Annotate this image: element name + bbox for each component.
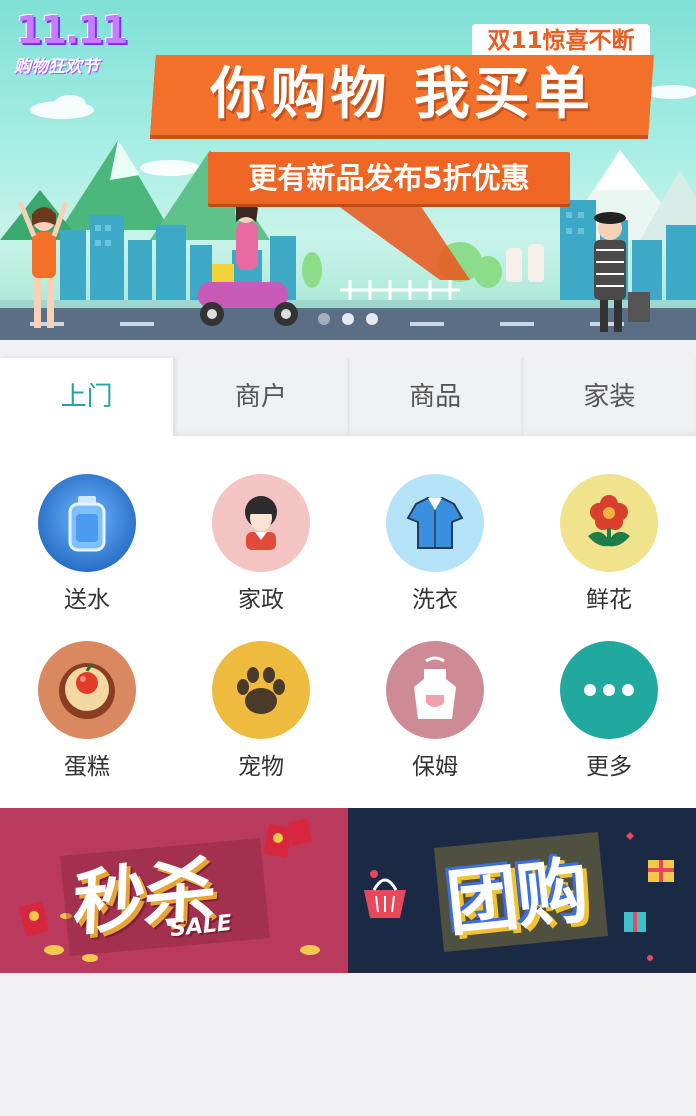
flower-icon: [560, 474, 658, 572]
service-label: 保姆: [412, 754, 458, 780]
housekeeper-icon: [212, 474, 310, 572]
service-more[interactable]: 更多: [522, 641, 696, 791]
banner-subline: 更有新品发布5折优惠: [248, 161, 530, 195]
service-cake[interactable]: 蛋糕: [0, 641, 174, 791]
carousel-indicator: [318, 313, 378, 325]
service-label: 蛋糕: [64, 754, 110, 780]
service-flowers[interactable]: 鲜花: [522, 474, 696, 624]
apron-icon: [386, 641, 484, 739]
water-bottle-icon: [38, 474, 136, 572]
service-label: 宠物: [238, 754, 284, 780]
banner-headline: 你购物 我买单: [210, 62, 594, 127]
cake-icon: [38, 641, 136, 739]
carousel-dot[interactable]: [366, 313, 378, 325]
promo-banner[interactable]: 11.11 购物狂欢节 双11惊喜不断 你购物 我买单 更有新品发布5折优惠: [0, 0, 696, 340]
logo-digits: 11.11: [16, 8, 128, 52]
tab-home-decoration[interactable]: 家装: [521, 358, 696, 436]
service-label: 送水: [64, 587, 110, 613]
service-nanny[interactable]: 保姆: [348, 641, 522, 791]
seckill-promo[interactable]: 秒杀 SALE: [0, 808, 348, 973]
paw-icon: [212, 641, 310, 739]
group-buy-title: 团购: [442, 847, 591, 947]
tab-merchants[interactable]: 商户: [173, 358, 347, 436]
carousel-dot[interactable]: [318, 313, 330, 325]
service-housekeeping[interactable]: 家政: [174, 474, 348, 624]
carousel-dot[interactable]: [342, 313, 354, 325]
logo-subtitle: 购物狂欢节: [14, 57, 99, 77]
banner-badge: 双11惊喜不断: [472, 24, 650, 58]
category-tabs: 上门 商户 商品 家装: [0, 358, 696, 436]
service-label: 更多: [586, 754, 632, 780]
shirt-icon: [386, 474, 484, 572]
service-water[interactable]: 送水: [0, 474, 174, 624]
service-grid: 送水 家政 洗衣 鲜花 蛋糕 宠物 保姆 更多: [0, 436, 696, 808]
service-label: 家政: [238, 587, 284, 613]
tab-home-service[interactable]: 上门: [0, 358, 174, 436]
double-eleven-logo: 11.11 购物狂欢节: [14, 8, 132, 77]
service-laundry[interactable]: 洗衣: [348, 474, 522, 624]
service-label: 洗衣: [412, 587, 458, 613]
service-label: 鲜花: [586, 587, 632, 613]
tab-products[interactable]: 商品: [347, 358, 522, 436]
group-buy-promo[interactable]: 团购: [348, 808, 696, 973]
more-dots-icon: [560, 641, 658, 739]
service-pets[interactable]: 宠物: [174, 641, 348, 791]
